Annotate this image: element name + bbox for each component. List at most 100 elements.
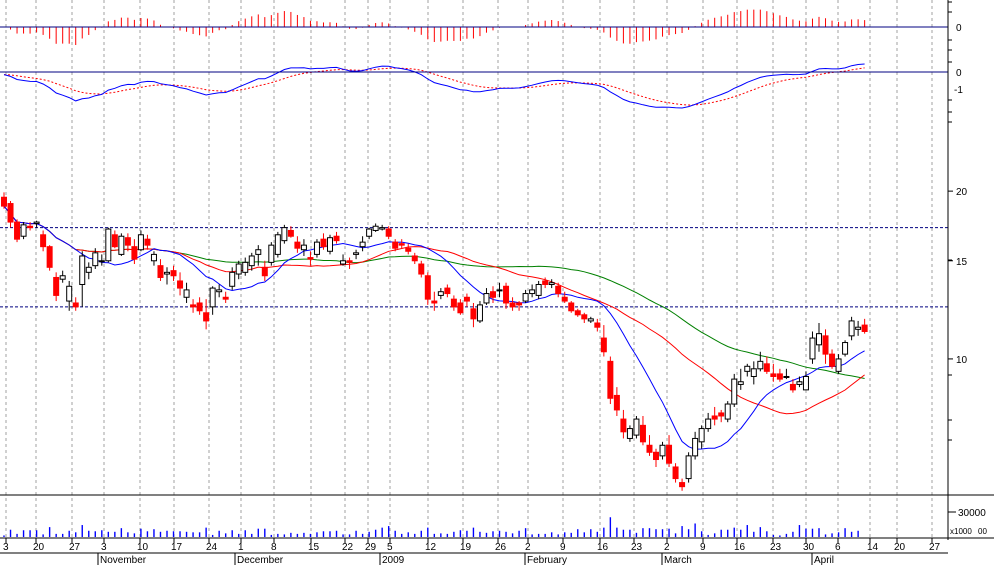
candle-body [216, 289, 223, 293]
x-month-label: November [100, 555, 147, 565]
candle-body [796, 381, 803, 385]
candle-body [385, 228, 392, 237]
candle-body [437, 291, 444, 296]
x-day-label: 20 [33, 542, 45, 553]
volume-bars [3, 517, 859, 537]
vertical-gridlines [5, 0, 933, 538]
candle-body [170, 270, 177, 277]
candle-body [366, 228, 373, 237]
candle-body [555, 285, 562, 295]
candle-body [196, 302, 203, 312]
candle-body [398, 243, 405, 246]
candle-body [144, 238, 151, 246]
stock-chart: 00-120151030000x1000 00 3 20 27 3 10 17 24 1 8 15 2… [0, 0, 994, 565]
candle-body [313, 241, 320, 255]
x-day-label: 16 [597, 542, 609, 553]
candle-body [379, 227, 386, 230]
candle-body [705, 418, 712, 430]
candle-body [222, 296, 229, 300]
candle-body [829, 353, 836, 367]
right-axis: 00-120151030000x1000 00 [948, 1, 987, 536]
candle-body [542, 280, 549, 285]
moving-averages [3, 205, 865, 450]
price-tick-label: 10 [956, 355, 968, 366]
moving-average-short [3, 205, 865, 450]
x-day-label: 16 [734, 542, 746, 553]
candle-body [639, 424, 646, 443]
candle-body [444, 287, 451, 295]
candle-body [620, 418, 627, 433]
x-month-label: March [664, 555, 692, 565]
volume-tick-label: 00 [978, 527, 987, 536]
candle-body [666, 444, 673, 464]
volume-unit-label: x1000 [950, 527, 972, 536]
candle-body [307, 257, 314, 260]
candle-body [776, 373, 783, 380]
candle-body [340, 260, 347, 265]
candle-body [72, 302, 79, 308]
x-day-label: 8 [271, 542, 277, 553]
candle-body [85, 266, 92, 273]
volume-tick-label: 30000 [958, 508, 986, 519]
candle-body [600, 337, 607, 353]
candle-body [672, 466, 679, 480]
x-day-label: 2 [525, 542, 531, 553]
candle-body [757, 360, 764, 370]
x-day-label: 19 [460, 542, 472, 553]
candle-body [822, 335, 829, 355]
candle-body [105, 228, 112, 262]
x-day-label: 27 [929, 542, 941, 553]
x-day-label: 9 [700, 542, 706, 553]
x-day-label: 5 [387, 542, 393, 553]
x-axis: 3 20 27 3 10 17 24 1 8 15 22 29 5 12 19 26 2 9 16 23 2 9 16 23 3… [0, 538, 948, 565]
x-month-label: December [237, 555, 284, 565]
price-tick-label: 20 [956, 187, 968, 198]
macd-tick-label: 0 [956, 68, 962, 79]
candle-body [255, 249, 262, 255]
candle-body [118, 235, 125, 255]
candle-body [861, 324, 868, 332]
candle-body [646, 444, 653, 453]
candle-body [235, 263, 242, 275]
candle-body [685, 455, 692, 480]
macd-tick-label: -1 [954, 85, 963, 96]
candle-body [568, 302, 575, 312]
candle-body [529, 289, 536, 295]
candle-body [463, 296, 470, 302]
x-day-label: 14 [867, 542, 879, 553]
x-day-label: 3 [101, 542, 107, 553]
candle-body [320, 238, 327, 248]
candle-body [587, 318, 594, 322]
candle-body [561, 296, 568, 302]
candle-body [353, 252, 360, 255]
candle-body [679, 482, 686, 488]
candle-body [483, 293, 490, 304]
candle-body [763, 363, 770, 372]
candle-body [424, 275, 431, 300]
candle-body [268, 244, 275, 263]
candle-body [431, 300, 438, 304]
candle-body [59, 275, 66, 280]
candle-body [33, 221, 40, 224]
candle-body [855, 326, 862, 330]
candle-body [372, 225, 379, 231]
candle-body [392, 241, 399, 249]
candle-body [516, 302, 523, 306]
candle-body [711, 415, 718, 420]
candle-body [346, 260, 353, 263]
candle-body [7, 203, 14, 223]
candle-body [261, 266, 268, 277]
candle-body [848, 320, 855, 337]
candle-body [248, 255, 255, 267]
candle-body [46, 246, 53, 268]
candle-body [816, 333, 822, 346]
candle-body [183, 289, 190, 298]
x-day-label: 9 [560, 542, 566, 553]
candle-body [20, 224, 27, 237]
candle-body [835, 358, 842, 372]
x-day-label: 30 [803, 542, 815, 553]
candle-body [1, 196, 7, 207]
candle-body [802, 375, 809, 391]
x-day-label: 2 [664, 542, 670, 553]
x-day-label: 17 [171, 542, 183, 553]
